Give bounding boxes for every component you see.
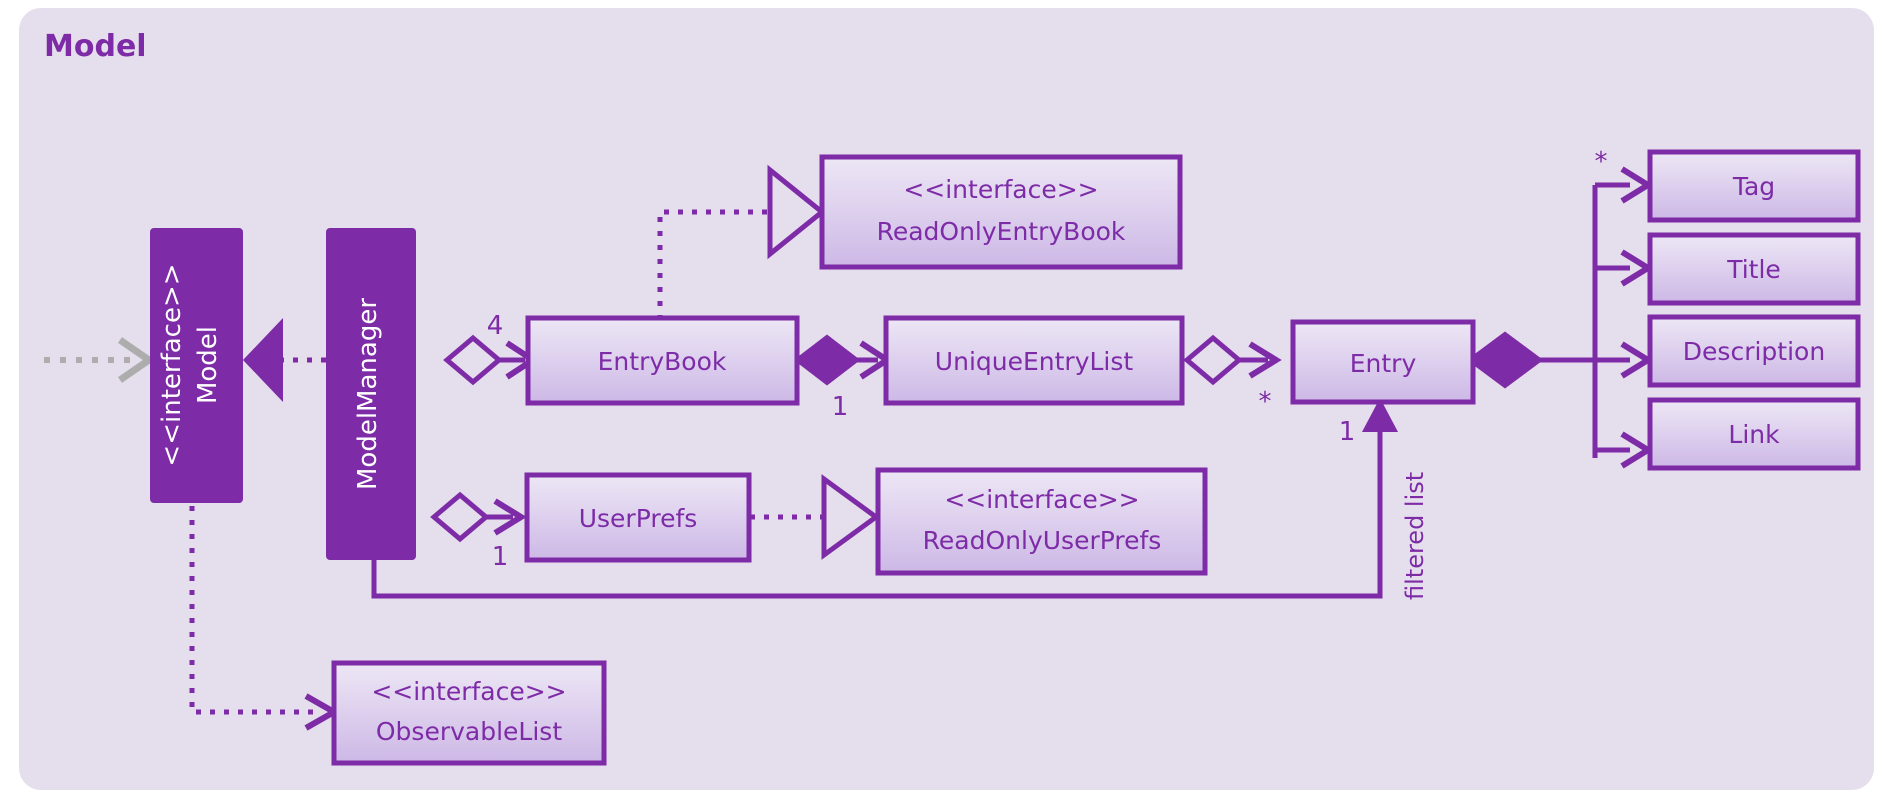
observable-list-name: ObservableList	[376, 717, 562, 746]
user-prefs-name: UserPrefs	[579, 504, 698, 533]
description-name: Description	[1683, 337, 1825, 366]
entry-book-name: EntryBook	[598, 347, 727, 376]
entry-name: Entry	[1350, 349, 1417, 378]
node-unique-entry-list[interactable]: UniqueEntryList	[883, 315, 1185, 406]
node-observable-list[interactable]: <<interface>> ObservableList	[331, 660, 607, 766]
node-link[interactable]: Link	[1647, 397, 1861, 471]
multiplicity-modelmanager-userprefs: 1	[492, 542, 509, 572]
node-entry[interactable]: Entry	[1290, 319, 1476, 405]
multiplicity-entrybook-uniqueentrylist: 1	[832, 392, 849, 422]
link-name: Link	[1728, 420, 1780, 449]
multiplicity-uniqueentrylist-entry: *	[1259, 387, 1272, 417]
node-description[interactable]: Description	[1647, 314, 1861, 388]
model-interface-name: Model	[193, 326, 223, 404]
node-user-prefs[interactable]: UserPrefs	[524, 472, 752, 563]
node-readonly-user-prefs[interactable]: <<interface>> ReadOnlyUserPrefs	[875, 467, 1208, 576]
unique-entry-list-name: UniqueEntryList	[935, 347, 1134, 376]
tag-name: Tag	[1732, 172, 1775, 201]
title-name: Title	[1726, 255, 1781, 284]
node-title[interactable]: Title	[1647, 232, 1861, 306]
node-entry-book[interactable]: EntryBook	[525, 315, 800, 406]
multiplicity-modelmanager-entrybook: 4	[487, 311, 504, 341]
readonly-entry-book-box[interactable]	[819, 154, 1183, 270]
readonly-entry-book-stereotype: <<interface>>	[903, 175, 1098, 204]
multiplicity-entry-filtered-list: 1	[1339, 417, 1356, 447]
page-title: Model	[44, 29, 147, 64]
model-class-diagram: Model 4 1 * 1 1 filtered list * <<interf…	[19, 8, 1874, 790]
node-readonly-entry-book[interactable]: <<interface>> ReadOnlyEntryBook	[819, 154, 1183, 270]
model-manager-name: ModelManager	[353, 298, 383, 490]
model-interface-stereotype: <<interface>>	[157, 263, 187, 466]
readonly-entry-book-name: ReadOnlyEntryBook	[877, 217, 1126, 246]
node-tag[interactable]: Tag	[1647, 149, 1861, 223]
observable-list-stereotype: <<interface>>	[371, 677, 566, 706]
filtered-list-label: filtered list	[1401, 472, 1429, 600]
uml-diagram-root: Model 4 1 * 1 1 filtered list * <<interf…	[0, 0, 1889, 798]
readonly-user-prefs-stereotype: <<interface>>	[944, 485, 1139, 514]
node-model-interface[interactable]: <<interface>> Model	[150, 228, 243, 503]
node-model-manager[interactable]: ModelManager	[326, 228, 416, 560]
multiplicity-entry-tag: *	[1595, 147, 1608, 177]
readonly-user-prefs-name: ReadOnlyUserPrefs	[923, 526, 1162, 555]
